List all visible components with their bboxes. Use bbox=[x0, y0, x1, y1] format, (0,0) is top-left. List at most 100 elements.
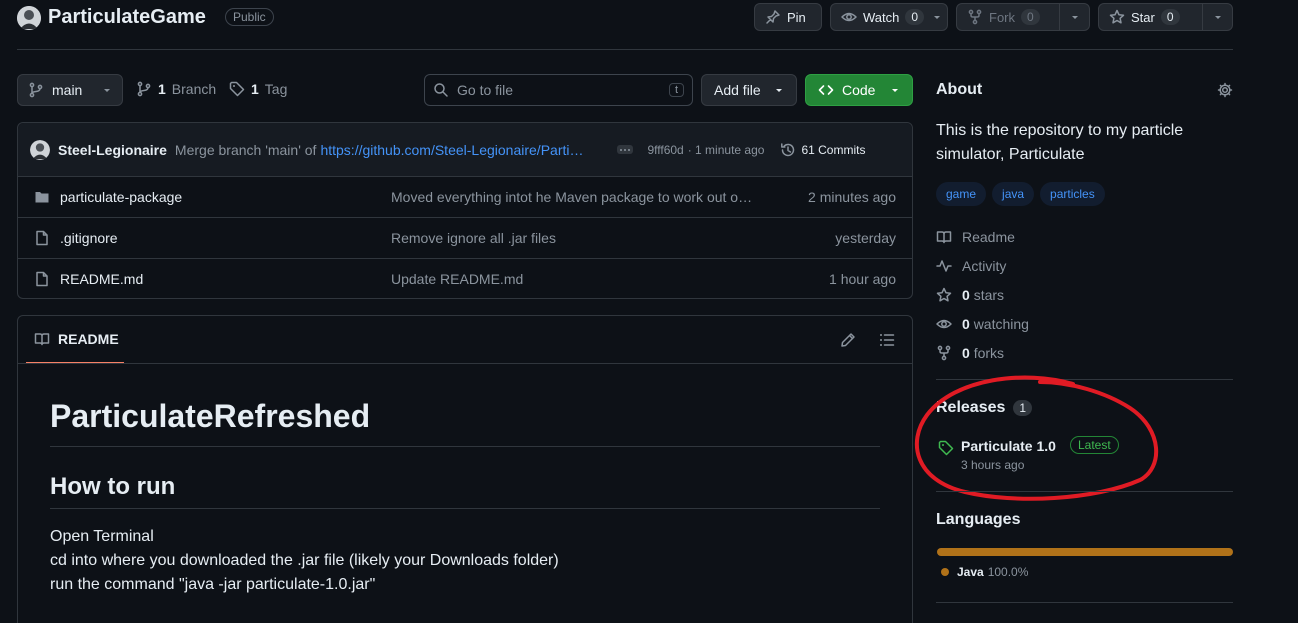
file-time: yesterday bbox=[835, 230, 896, 246]
topic-tag[interactable]: particles bbox=[1040, 182, 1105, 206]
code-label: Code bbox=[842, 82, 876, 98]
go-to-file-placeholder: Go to file bbox=[457, 82, 514, 98]
pin-label: Pin bbox=[787, 9, 806, 25]
languages-divider bbox=[936, 602, 1233, 603]
pulse-icon bbox=[936, 260, 952, 272]
readme-link[interactable]: Readme bbox=[936, 227, 1015, 247]
watch-count: 0 bbox=[905, 9, 925, 25]
file-time: 2 minutes ago bbox=[808, 189, 896, 205]
commits-link[interactable]: 61 Commits bbox=[780, 142, 865, 158]
fork-dropdown[interactable] bbox=[1059, 4, 1089, 30]
file-commit-message[interactable]: Moved everything intot he Maven package … bbox=[391, 189, 775, 205]
file-commit-message[interactable]: Update README.md bbox=[391, 271, 523, 287]
tags-count: 1 bbox=[251, 81, 259, 97]
tags-link[interactable]: 1 Tag bbox=[229, 81, 287, 97]
language-name: Java bbox=[957, 565, 984, 579]
fork-icon bbox=[968, 9, 982, 25]
file-row[interactable]: README.md Update README.md 1 hour ago bbox=[18, 258, 912, 299]
file-commit-message[interactable]: Remove ignore all .jar files bbox=[391, 230, 556, 246]
book-icon bbox=[936, 231, 952, 244]
gear-icon[interactable] bbox=[1217, 82, 1233, 98]
go-to-file-input[interactable]: Go to file t bbox=[424, 74, 693, 106]
stars-link[interactable]: 0 stars bbox=[936, 285, 1004, 305]
commit-hash[interactable]: 9fff60d bbox=[647, 143, 683, 157]
red-annotation-circle bbox=[914, 375, 1159, 501]
languages-title: Languages bbox=[936, 511, 1021, 528]
topic-tag[interactable]: java bbox=[992, 182, 1035, 206]
readme-panel: README ParticulateRefreshed How to run O… bbox=[17, 315, 913, 623]
code-button[interactable]: Code bbox=[805, 74, 913, 106]
language-percent: 100.0% bbox=[987, 565, 1029, 579]
file-name[interactable]: particulate-package bbox=[60, 189, 182, 205]
star-dropdown[interactable] bbox=[1202, 4, 1232, 30]
pin-button[interactable]: Pin bbox=[754, 3, 822, 31]
readme-h1: ParticulateRefreshed bbox=[50, 398, 371, 434]
ellipsis-icon bbox=[620, 148, 631, 151]
forks-count: 0 bbox=[962, 345, 970, 361]
commit-author[interactable]: Steel-Legionaire bbox=[58, 142, 167, 158]
commits-label: 61 Commits bbox=[801, 142, 866, 157]
topics-list: game java particles bbox=[936, 182, 1111, 206]
add-file-button[interactable]: Add file bbox=[701, 74, 797, 106]
file-name[interactable]: README.md bbox=[60, 271, 143, 287]
file-name[interactable]: .gitignore bbox=[60, 230, 118, 246]
language-bar bbox=[937, 548, 1233, 556]
readme-tab[interactable]: README bbox=[26, 316, 124, 364]
tags-label: Tag bbox=[264, 81, 288, 97]
releases-divider bbox=[936, 491, 1233, 492]
activity-link[interactable]: Activity bbox=[936, 256, 1006, 276]
activity-link-label: Activity bbox=[962, 258, 1007, 274]
star-count: 0 bbox=[1160, 9, 1180, 25]
file-row[interactable]: particulate-package Moved everything int… bbox=[18, 176, 912, 217]
watching-label: watching bbox=[973, 316, 1029, 332]
chevron-down-icon bbox=[776, 89, 782, 92]
readme-line: run the command "java -jar particulate-1… bbox=[50, 576, 376, 593]
branch-name: main bbox=[52, 82, 83, 98]
fork-button[interactable]: Fork 0 bbox=[956, 3, 1090, 31]
pin-icon bbox=[766, 10, 780, 24]
star-label: Star bbox=[1131, 9, 1155, 25]
repo-avatar[interactable] bbox=[17, 6, 41, 30]
readme-h2: How to run bbox=[50, 473, 176, 500]
watch-button[interactable]: Watch 0 bbox=[830, 3, 948, 31]
watching-link[interactable]: 0 watching bbox=[936, 314, 1029, 334]
readme-link-label: Readme bbox=[962, 229, 1015, 245]
language-item[interactable]: Java 100.0% bbox=[941, 565, 1028, 579]
eye-icon bbox=[936, 319, 952, 329]
branch-icon bbox=[137, 81, 151, 97]
author-avatar[interactable] bbox=[30, 139, 50, 160]
branches-link[interactable]: 1 Branch bbox=[136, 81, 216, 97]
book-icon bbox=[34, 333, 50, 346]
fork-label: Fork bbox=[989, 9, 1015, 25]
commit-message-prefix[interactable]: Merge branch 'main' of bbox=[175, 142, 317, 158]
list-icon[interactable] bbox=[879, 332, 895, 348]
star-button[interactable]: Star 0 bbox=[1098, 3, 1233, 31]
readme-tab-label: README bbox=[58, 331, 119, 347]
code-icon bbox=[818, 85, 834, 95]
readme-line: Open Terminal bbox=[50, 528, 154, 545]
file-icon bbox=[36, 230, 48, 246]
branch-icon bbox=[29, 82, 43, 98]
commit-message-link[interactable]: https://github.com/Steel-Legionaire/Part… bbox=[320, 142, 603, 158]
repo-name[interactable]: ParticulateGame bbox=[48, 6, 206, 29]
stars-label: stars bbox=[973, 287, 1005, 303]
history-icon bbox=[781, 142, 795, 156]
topic-tag[interactable]: game bbox=[936, 182, 987, 206]
expand-commit-button[interactable] bbox=[617, 145, 634, 154]
forks-link[interactable]: 0 forks bbox=[936, 343, 1004, 363]
file-row[interactable]: .gitignore Remove ignore all .jar files … bbox=[18, 217, 912, 258]
forks-label: forks bbox=[973, 345, 1005, 361]
branches-count: 1 bbox=[158, 81, 166, 97]
search-icon bbox=[434, 83, 448, 97]
about-title: About bbox=[936, 81, 983, 98]
language-color-dot bbox=[941, 568, 949, 576]
folder-icon bbox=[35, 192, 49, 203]
file-icon bbox=[36, 271, 48, 287]
chevron-down-icon bbox=[104, 89, 110, 92]
eye-icon bbox=[841, 12, 857, 22]
latest-commit-bar: Steel-Legionaire Merge branch 'main' of … bbox=[18, 123, 912, 176]
pencil-icon[interactable] bbox=[840, 332, 856, 348]
branch-selector[interactable]: main bbox=[17, 74, 123, 106]
watching-count: 0 bbox=[962, 316, 970, 332]
fork-icon bbox=[937, 345, 951, 361]
